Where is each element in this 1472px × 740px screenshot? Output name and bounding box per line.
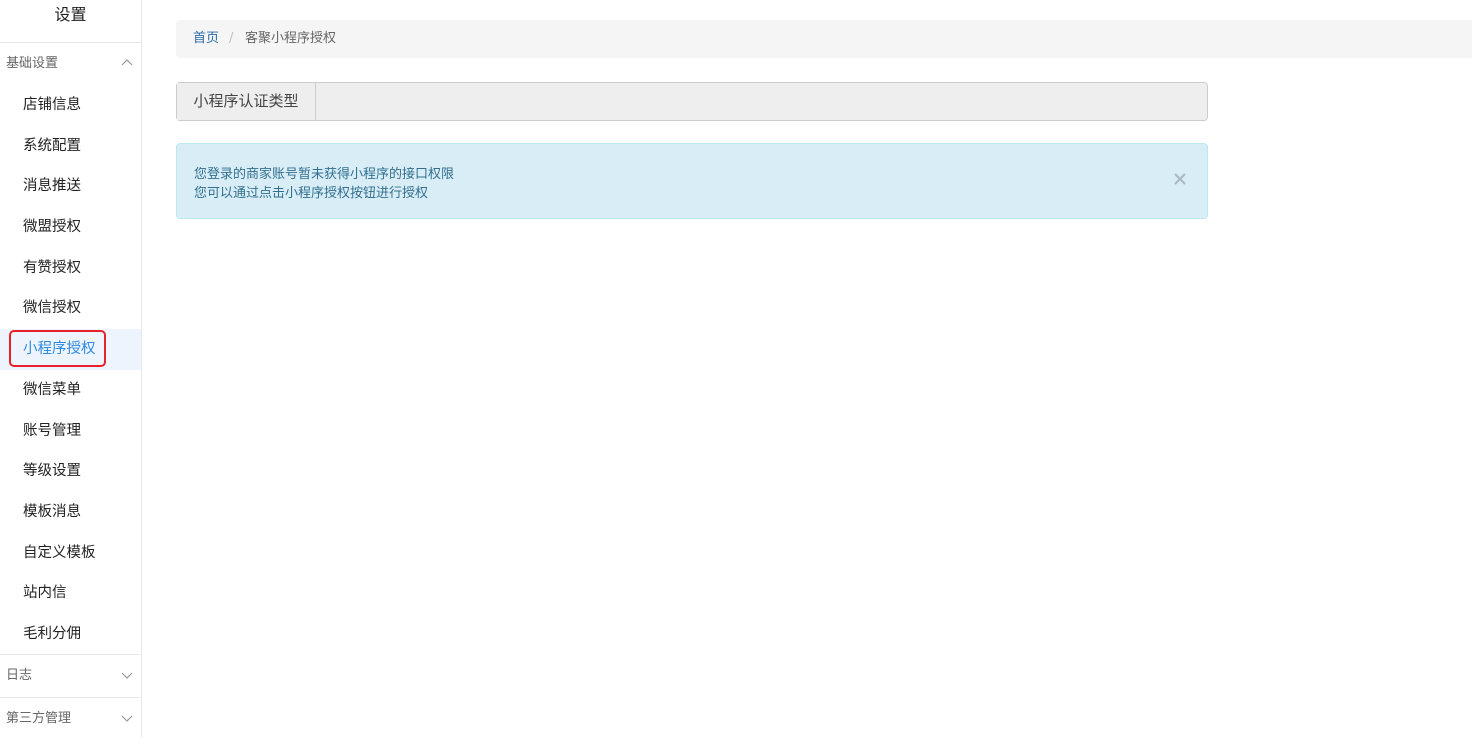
auth-type-input-group: 小程序认证类型 [176, 82, 1208, 121]
sidebar-item-custom-template[interactable]: 自定义模板 [0, 533, 141, 574]
chevron-up-icon [121, 59, 133, 66]
sidebar-group-label: 基础设置 [6, 56, 59, 71]
sidebar-item-template-message[interactable]: 模板消息 [0, 492, 141, 533]
sidebar-item-label: 站内信 [23, 585, 67, 602]
sidebar-group-label: 日志 [6, 668, 33, 683]
chevron-down-icon [121, 715, 133, 722]
sidebar-item-site-messages[interactable]: 站内信 [0, 573, 141, 614]
sidebar-item-label: 店铺信息 [23, 97, 81, 113]
sidebar-group-third-party[interactable]: 第三方管理 [0, 697, 141, 740]
breadcrumb-separator: / [229, 31, 234, 46]
sidebar-item-label: 账号管理 [23, 422, 81, 439]
sidebar-group-basic-settings[interactable]: 基础设置 [0, 43, 141, 85]
sidebar-item-label: 微盟授权 [23, 219, 81, 236]
sidebar-item-system-config[interactable]: 系统配置 [0, 126, 141, 167]
sidebar-item-miniprogram-auth[interactable]: 小程序授权 [0, 329, 141, 370]
sidebar-item-level-settings[interactable]: 等级设置 [0, 451, 141, 492]
auth-type-value [317, 83, 1205, 120]
alert-message-line2: 您可以通过点击小程序授权按钮进行授权 [194, 186, 429, 201]
close-icon[interactable] [1170, 169, 1190, 189]
breadcrumb-current: 客聚小程序授权 [245, 31, 337, 46]
sidebar-item-wechat-menu[interactable]: 微信菜单 [0, 370, 141, 411]
alert-message-line1: 您登录的商家账号暂未获得小程序的接口权限 [194, 167, 455, 182]
breadcrumb: 首页 / 客聚小程序授权 [176, 20, 1472, 58]
sidebar-item-label: 有赞授权 [23, 259, 81, 276]
sidebar-item-label: 消息推送 [23, 178, 81, 195]
chevron-down-icon [121, 672, 133, 679]
sidebar-item-store-info[interactable]: 店铺信息 [0, 85, 141, 126]
sidebar-item-wechat-auth[interactable]: 微信授权 [0, 288, 141, 329]
sidebar-item-youzan-auth[interactable]: 有赞授权 [0, 248, 141, 289]
sidebar-title: 设置 [0, 0, 141, 43]
sidebar: 设置 基础设置 店铺信息 系统配置 消息推送 微盟授权 有赞授权 微信授权 小程… [0, 0, 142, 737]
breadcrumb-home-link[interactable]: 首页 [193, 20, 219, 58]
active-item-highlight-box [9, 330, 106, 368]
sidebar-item-label: 微信授权 [23, 300, 81, 317]
sidebar-group-label: 第三方管理 [6, 711, 72, 726]
sidebar-item-gross-commission[interactable]: 毛利分佣 [0, 614, 141, 655]
auth-type-label: 小程序认证类型 [177, 83, 316, 120]
sidebar-item-weimeng-auth[interactable]: 微盟授权 [0, 207, 141, 248]
sidebar-item-label: 微信菜单 [23, 381, 81, 398]
sidebar-item-message-push[interactable]: 消息推送 [0, 166, 141, 207]
sidebar-item-label: 毛利分佣 [23, 625, 81, 642]
sidebar-item-account-management[interactable]: 账号管理 [0, 411, 141, 452]
info-alert: 您登录的商家账号暂未获得小程序的接口权限 您可以通过点击小程序授权按钮进行授权 [176, 143, 1208, 219]
sidebar-item-label: 自定义模板 [23, 544, 96, 561]
sidebar-group-logs[interactable]: 日志 [0, 654, 141, 697]
sidebar-item-label: 模板消息 [23, 503, 81, 520]
sidebar-item-label: 等级设置 [23, 463, 81, 480]
sidebar-item-label: 系统配置 [23, 137, 81, 154]
